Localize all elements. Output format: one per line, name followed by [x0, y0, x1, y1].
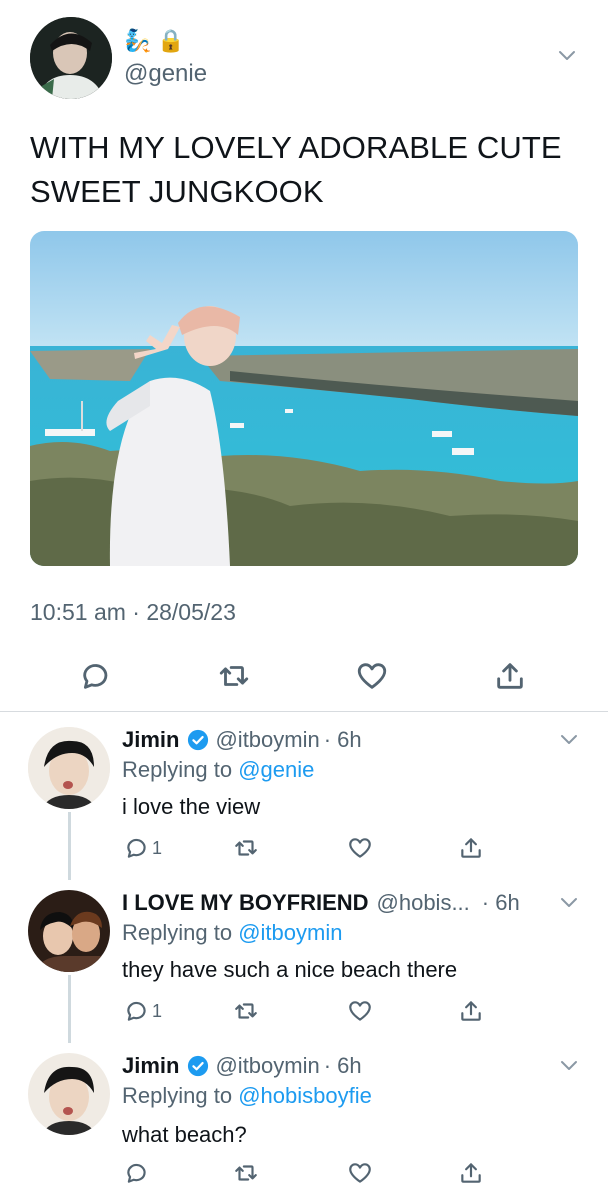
like-icon	[349, 838, 371, 858]
retweet-icon	[235, 1003, 257, 1019]
display-name-emojis: 🧞 🔒	[124, 28, 185, 54]
reply-icon	[83, 664, 108, 689]
reply-avatar[interactable]	[28, 890, 110, 972]
reply-author-handle[interactable]: @hobis...	[377, 890, 470, 916]
like-button[interactable]	[352, 656, 392, 696]
reply-icon	[127, 1163, 146, 1183]
reply-count: 1	[152, 837, 163, 858]
reply-text: what beach?	[122, 1122, 247, 1147]
reply-header: Jimin @itboymin · 6h	[122, 727, 362, 753]
replying-to-line: Replying to @itboymin	[122, 920, 342, 946]
tweet-timestamp[interactable]: 10:51 am · 28/05/23	[30, 599, 236, 626]
share-button[interactable]	[458, 1158, 484, 1188]
author-handle[interactable]: @genie	[124, 60, 207, 88]
reply-header: I LOVE MY BOYFRIEND @hobis... · 6h	[122, 890, 520, 916]
replying-to-handle[interactable]: @hobisboyfie	[238, 1083, 372, 1108]
tweet-action-bar	[0, 656, 608, 700]
reply-author-name[interactable]: Jimin	[122, 1053, 179, 1079]
retweet-icon	[235, 1165, 257, 1181]
retweet-icon	[235, 840, 257, 856]
reply-text: they have such a nice beach there	[122, 957, 458, 982]
share-button[interactable]	[458, 996, 484, 1026]
reply-action-bar: 1	[120, 833, 481, 863]
verified-badge-icon	[188, 1055, 209, 1077]
reply-author-name[interactable]: I LOVE MY BOYFRIEND	[122, 890, 369, 916]
reply-action-bar	[120, 1158, 481, 1188]
replying-to-handle[interactable]: @genie	[238, 757, 314, 782]
chevron-down-icon[interactable]	[558, 1054, 580, 1081]
reply-button[interactable]	[76, 656, 116, 696]
replying-to-label: Replying to	[122, 1083, 233, 1108]
reply-action-bar: 1	[120, 996, 481, 1026]
replying-to-line: Replying to @hobisboyfie	[122, 1083, 372, 1109]
reply-button[interactable]: 1	[124, 996, 162, 1026]
replying-to-label: Replying to	[122, 757, 233, 782]
chevron-down-icon[interactable]	[556, 44, 578, 71]
reply-avatar[interactable]	[28, 727, 110, 809]
reply-count: 1	[152, 1000, 163, 1021]
chevron-down-icon[interactable]	[558, 891, 580, 918]
reply-icon	[127, 1001, 146, 1021]
reply-author-name[interactable]: Jimin	[122, 727, 179, 753]
reply-header: Jimin @itboymin · 6h	[122, 1053, 362, 1079]
tweet-text: WITH MY LOVELY ADORABLE CUTE SWEET JUNGK…	[30, 130, 562, 209]
reply-text: i love the view	[122, 794, 261, 819]
replying-to-label: Replying to	[122, 920, 233, 945]
reply-button[interactable]: 1	[124, 833, 162, 863]
share-icon	[497, 663, 523, 689]
like-icon	[357, 663, 387, 689]
reply-time: · 6h	[323, 727, 362, 752]
reply-author-handle[interactable]: @itboymin	[215, 727, 319, 753]
tweet-photo[interactable]	[30, 231, 578, 566]
reply-author-handle[interactable]: @itboymin	[215, 1053, 319, 1079]
author-avatar[interactable]	[30, 17, 112, 99]
retweet-icon	[219, 666, 249, 686]
like-button[interactable]	[347, 996, 373, 1026]
share-button[interactable]	[458, 833, 484, 863]
reply-avatar[interactable]	[28, 1053, 110, 1135]
reply-button[interactable]	[124, 1158, 152, 1188]
retweet-button[interactable]	[233, 996, 259, 1026]
chevron-down-icon[interactable]	[558, 728, 580, 755]
lock-emoji: 🔒	[157, 28, 185, 53]
section-divider	[0, 711, 608, 712]
reply-time: · 6h	[481, 890, 520, 915]
genie-emoji: 🧞	[124, 28, 152, 53]
thread-connector	[68, 975, 71, 1043]
replying-to-handle[interactable]: @itboymin	[238, 920, 342, 945]
share-icon	[461, 1001, 481, 1021]
like-button[interactable]	[347, 833, 373, 863]
like-button[interactable]	[347, 1158, 373, 1188]
verified-badge-icon	[188, 729, 209, 751]
thread-connector	[68, 812, 71, 880]
replying-to-line: Replying to @genie	[122, 757, 314, 783]
reply-icon	[127, 838, 146, 858]
like-icon	[349, 1163, 371, 1183]
like-icon	[349, 1001, 371, 1021]
retweet-button[interactable]	[233, 1158, 259, 1188]
share-icon	[461, 1163, 481, 1183]
retweet-button[interactable]	[214, 656, 254, 696]
share-button[interactable]	[490, 656, 530, 696]
reply-time: · 6h	[323, 1053, 362, 1078]
share-icon	[461, 838, 481, 858]
retweet-button[interactable]	[233, 833, 259, 863]
